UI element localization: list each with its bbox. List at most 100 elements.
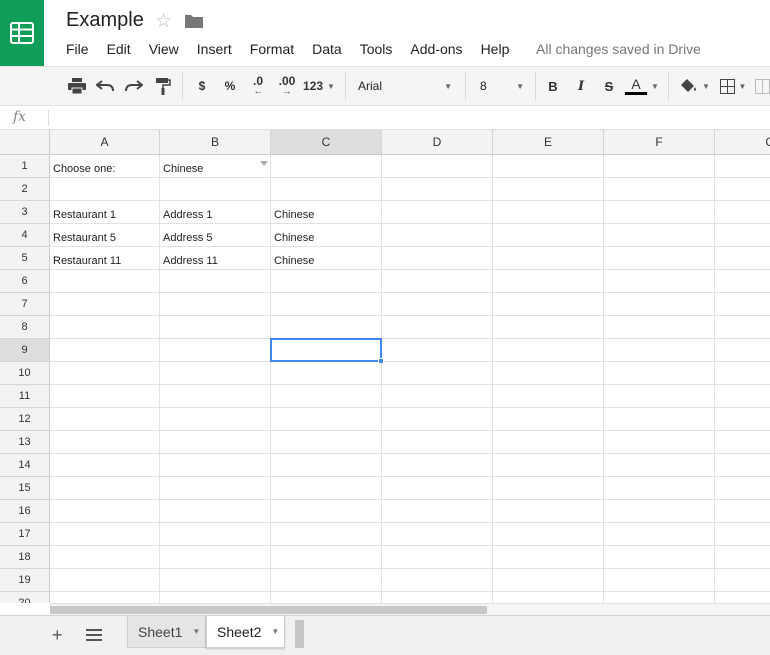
column-header-e[interactable]: E <box>493 130 604 155</box>
fill-color-button[interactable]: ▼ <box>678 75 712 97</box>
cell-a15[interactable] <box>50 477 160 500</box>
cell-e6[interactable] <box>493 270 604 293</box>
cell-b16[interactable] <box>160 500 271 523</box>
cell-c16[interactable] <box>271 500 382 523</box>
cell-g20[interactable] <box>715 592 770 603</box>
scrollbar-thumb[interactable] <box>50 606 487 614</box>
cell-a13[interactable] <box>50 431 160 454</box>
cell-e19[interactable] <box>493 569 604 592</box>
cell-a10[interactable] <box>50 362 160 385</box>
strikethrough-button[interactable]: S <box>600 75 618 97</box>
cell-e12[interactable] <box>493 408 604 431</box>
menu-view[interactable]: View <box>149 41 179 59</box>
cell-g2[interactable] <box>715 178 770 201</box>
cell-g11[interactable] <box>715 385 770 408</box>
all-sheets-list-icon[interactable] <box>86 628 102 647</box>
cell-b15[interactable] <box>160 477 271 500</box>
cell-e13[interactable] <box>493 431 604 454</box>
row-header-2[interactable]: 2 <box>0 178 50 201</box>
cell-a7[interactable] <box>50 293 160 316</box>
paint-format-button[interactable] <box>152 75 174 97</box>
cell-g9[interactable] <box>715 339 770 362</box>
cell-a8[interactable] <box>50 316 160 339</box>
increase-decimal-button[interactable]: .00 → <box>274 75 300 97</box>
italic-button[interactable]: I <box>572 75 590 97</box>
cell-f19[interactable] <box>604 569 715 592</box>
cell-g5[interactable] <box>715 247 770 270</box>
cell-f8[interactable] <box>604 316 715 339</box>
cell-e8[interactable] <box>493 316 604 339</box>
cell-g18[interactable] <box>715 546 770 569</box>
cell-e11[interactable] <box>493 385 604 408</box>
cell-b13[interactable] <box>160 431 271 454</box>
row-header-14[interactable]: 14 <box>0 454 50 477</box>
cell-a14[interactable] <box>50 454 160 477</box>
cell-g19[interactable] <box>715 569 770 592</box>
cell-a5[interactable]: Restaurant 11 <box>50 247 160 270</box>
percent-format-button[interactable]: % <box>221 75 239 97</box>
decrease-decimal-button[interactable]: .0 ← <box>246 75 270 97</box>
cell-c14[interactable] <box>271 454 382 477</box>
text-color-button[interactable]: A ▼ <box>624 75 660 97</box>
cell-c4[interactable]: Chinese <box>271 224 382 247</box>
column-header-c[interactable]: C <box>271 130 382 155</box>
menu-format[interactable]: Format <box>250 41 294 59</box>
cell-a12[interactable] <box>50 408 160 431</box>
cell-f12[interactable] <box>604 408 715 431</box>
cell-b2[interactable] <box>160 178 271 201</box>
row-header-7[interactable]: 7 <box>0 293 50 316</box>
cell-c7[interactable] <box>271 293 382 316</box>
cell-f10[interactable] <box>604 362 715 385</box>
cell-b17[interactable] <box>160 523 271 546</box>
cell-g15[interactable] <box>715 477 770 500</box>
row-header-13[interactable]: 13 <box>0 431 50 454</box>
cell-c2[interactable] <box>271 178 382 201</box>
fill-handle[interactable] <box>378 358 384 364</box>
cell-e7[interactable] <box>493 293 604 316</box>
cell-f20[interactable] <box>604 592 715 603</box>
document-title[interactable]: Example <box>66 9 144 32</box>
folder-icon[interactable] <box>184 13 204 34</box>
sheet-tab-sheet1[interactable]: Sheet1 ▼ <box>127 616 206 648</box>
save-status[interactable]: All changes saved in Drive <box>536 41 701 57</box>
cell-d2[interactable] <box>382 178 493 201</box>
cell-d14[interactable] <box>382 454 493 477</box>
column-header-a[interactable]: A <box>50 130 160 155</box>
cell-e16[interactable] <box>493 500 604 523</box>
row-header-6[interactable]: 6 <box>0 270 50 293</box>
star-icon[interactable]: ☆ <box>155 10 172 33</box>
cell-c9[interactable] <box>271 339 382 362</box>
cell-a19[interactable] <box>50 569 160 592</box>
cell-c15[interactable] <box>271 477 382 500</box>
cell-d18[interactable] <box>382 546 493 569</box>
cell-e5[interactable] <box>493 247 604 270</box>
cell-b1[interactable]: Chinese <box>160 155 271 178</box>
print-button[interactable] <box>66 75 88 97</box>
cell-f17[interactable] <box>604 523 715 546</box>
cell-g8[interactable] <box>715 316 770 339</box>
redo-button[interactable] <box>123 75 145 97</box>
cell-f14[interactable] <box>604 454 715 477</box>
sheet-tabs-scrollbar[interactable] <box>295 620 304 648</box>
menu-file[interactable]: File <box>66 41 89 59</box>
row-header-3[interactable]: 3 <box>0 201 50 224</box>
cell-a6[interactable] <box>50 270 160 293</box>
cell-e17[interactable] <box>493 523 604 546</box>
sheets-logo-icon[interactable] <box>0 0 44 66</box>
cell-c12[interactable] <box>271 408 382 431</box>
cell-b18[interactable] <box>160 546 271 569</box>
cell-c17[interactable] <box>271 523 382 546</box>
cell-g4[interactable] <box>715 224 770 247</box>
bold-button[interactable]: B <box>544 75 562 97</box>
cell-d19[interactable] <box>382 569 493 592</box>
cell-d15[interactable] <box>382 477 493 500</box>
row-header-15[interactable]: 15 <box>0 477 50 500</box>
undo-button[interactable] <box>94 75 116 97</box>
row-header-20[interactable]: 20 <box>0 592 50 603</box>
select-all-corner[interactable] <box>0 130 50 155</box>
row-header-4[interactable]: 4 <box>0 224 50 247</box>
cell-a4[interactable]: Restaurant 5 <box>50 224 160 247</box>
cell-a18[interactable] <box>50 546 160 569</box>
cell-e14[interactable] <box>493 454 604 477</box>
cell-c11[interactable] <box>271 385 382 408</box>
